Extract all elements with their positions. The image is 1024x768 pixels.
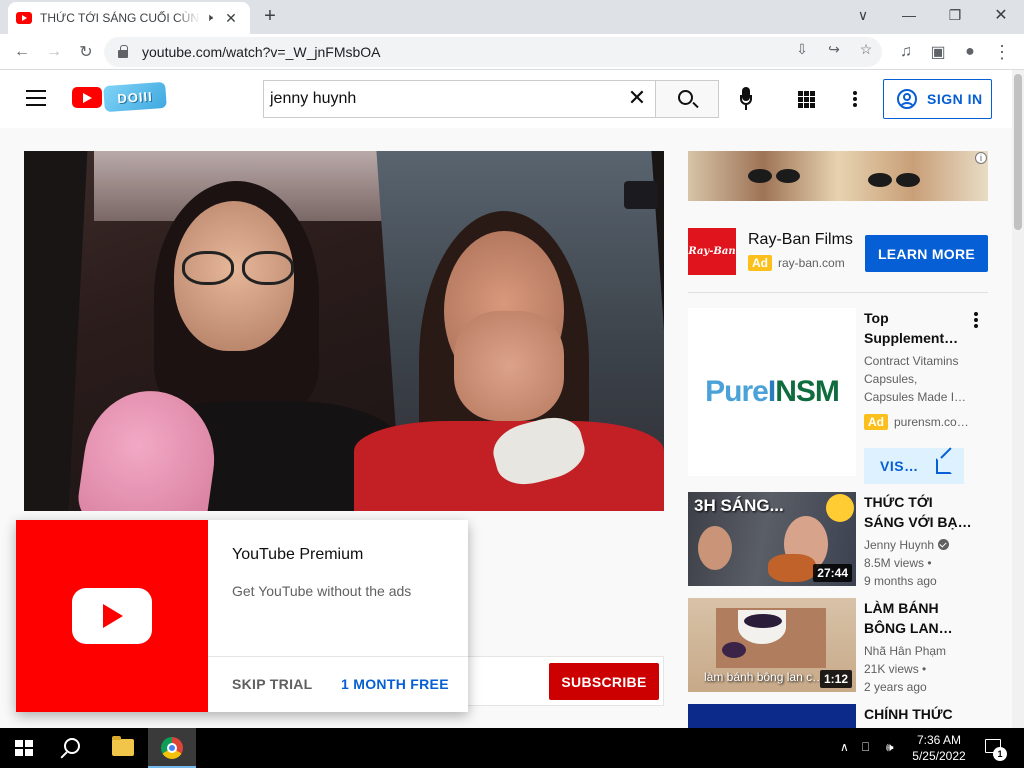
minimize-button[interactable]: — bbox=[886, 0, 932, 30]
clock-date: 5/25/2022 bbox=[912, 749, 966, 763]
related-video-thumbnail[interactable]: 3H SÁNG... 27:44 bbox=[688, 492, 856, 586]
related-video-title[interactable]: THỨC TỚI SÁNG VỚI BẠ… bbox=[864, 492, 974, 532]
speaker-icon[interactable]: 🕨 bbox=[206, 12, 213, 25]
address-bar[interactable]: youtube.com/watch?v=_W_jnFMsbOA bbox=[104, 37, 882, 67]
forward-button[interactable]: → bbox=[40, 38, 68, 66]
reload-button[interactable]: ↻ bbox=[72, 38, 100, 66]
verified-badge-icon bbox=[938, 539, 950, 550]
chevron-up-icon[interactable]: ∧ bbox=[840, 740, 849, 754]
related-video-title[interactable]: LÀM BÁNH BÔNG LAN… bbox=[864, 598, 974, 638]
rayban-ad-title[interactable]: Ray-Ban Films bbox=[748, 231, 853, 249]
profile-icon[interactable]: ● bbox=[956, 38, 984, 66]
ad-badge: Ad bbox=[748, 255, 772, 271]
premium-subtitle: Get YouTube without the ads bbox=[232, 583, 412, 599]
scrollbar-thumb[interactable] bbox=[1014, 74, 1022, 230]
related-video-views: 8.5M views • bbox=[864, 556, 932, 570]
taskbar-search-icon[interactable] bbox=[64, 738, 80, 754]
windows-start-icon[interactable] bbox=[15, 740, 33, 756]
search-input[interactable]: jenny huynh bbox=[263, 80, 656, 118]
close-window-button[interactable]: ✕ bbox=[978, 0, 1024, 30]
skip-trial-button[interactable]: SKIP TRIAL bbox=[232, 676, 313, 692]
related-video-title[interactable]: CHÍNH THỨC bbox=[864, 704, 974, 728]
install-icon[interactable]: ⇩ bbox=[792, 40, 812, 58]
sign-in-label: SIGN IN bbox=[927, 91, 983, 107]
related-video-thumbnail[interactable]: làm bánh bông lan c… 1:12 bbox=[688, 598, 856, 692]
settings-more-icon[interactable] bbox=[853, 91, 857, 107]
file-explorer-icon[interactable] bbox=[112, 736, 134, 756]
learn-more-button[interactable]: LEARN MORE bbox=[865, 235, 988, 272]
url-text: youtube.com/watch?v=_W_jnFMsbOA bbox=[142, 44, 381, 60]
chrome-icon bbox=[161, 737, 183, 759]
share-icon[interactable]: ↪ bbox=[824, 40, 844, 58]
tab-close-icon[interactable]: ✕ bbox=[223, 10, 239, 27]
related-video-thumbnail[interactable] bbox=[688, 704, 856, 728]
page-scrollbar[interactable] bbox=[1012, 70, 1024, 728]
related-video-views: 21K views • bbox=[864, 662, 927, 676]
side-panel-icon[interactable]: ▣ bbox=[924, 38, 952, 66]
purensm-ad-thumbnail[interactable]: Pure I NSM bbox=[688, 308, 856, 476]
sign-in-button[interactable]: SIGN IN bbox=[883, 79, 992, 119]
purensm-ad-description: Contract Vitamins Capsules, Capsules Mad… bbox=[864, 354, 967, 404]
bookmark-star-icon[interactable]: ☆ bbox=[856, 40, 876, 58]
chrome-menu-icon[interactable]: ⋮ bbox=[988, 38, 1016, 66]
youtube-favicon-icon bbox=[16, 12, 32, 24]
video-duration: 1:12 bbox=[819, 670, 852, 688]
youtube-premium-popup: YouTube Premium Get YouTube without the … bbox=[16, 520, 468, 712]
system-clock[interactable]: 7:36 AM 5/25/2022 bbox=[900, 732, 978, 764]
rayban-ad-banner[interactable] bbox=[688, 151, 988, 201]
network-icon[interactable]: ⎕ bbox=[862, 740, 869, 755]
related-video-age: 9 months ago bbox=[864, 574, 937, 588]
ad-info-icon[interactable]: i bbox=[975, 152, 987, 164]
new-tab-button[interactable]: + bbox=[258, 5, 282, 29]
video-player[interactable] bbox=[24, 151, 664, 511]
search-button[interactable] bbox=[655, 80, 719, 118]
shocked-emoji-icon bbox=[826, 494, 854, 522]
windows-taskbar: ∧ ⎕ 🕪 7:36 AM 5/25/2022 1 bbox=[0, 728, 1024, 768]
external-link-icon bbox=[936, 458, 952, 474]
video-duration: 27:44 bbox=[813, 564, 852, 582]
clock-time: 7:36 AM bbox=[916, 733, 962, 747]
apps-grid-icon[interactable] bbox=[798, 91, 815, 108]
youtube-play-icon bbox=[72, 588, 152, 644]
purensm-ad-title[interactable]: Top Supplement… bbox=[864, 308, 974, 348]
related-video-channel[interactable]: Nhã Hân Phạm bbox=[864, 642, 946, 660]
youtube-logo[interactable] bbox=[72, 87, 102, 108]
notification-count: 1 bbox=[993, 747, 1007, 761]
hamburger-menu-icon[interactable] bbox=[26, 90, 46, 106]
microphone-icon[interactable] bbox=[740, 87, 752, 111]
tab-strip: THỨC TỚI SÁNG CUỐI CÙNG 🕨 ✕ + ∨ — ❐ ✕ bbox=[0, 0, 1024, 34]
browser-toolbar: ← → ↻ youtube.com/watch?v=_W_jnFMsbOA ⇩ … bbox=[0, 34, 1024, 70]
subscribe-button[interactable]: SUBSCRIBE bbox=[549, 663, 659, 700]
purensm-ad-domain: Ad purensm.co… bbox=[864, 414, 969, 430]
ad-domain-text: purensm.co… bbox=[894, 415, 969, 429]
related-video-age: 2 years ago bbox=[864, 680, 927, 694]
premium-banner bbox=[16, 520, 208, 712]
youtube-masthead: DOIII jenny huynh ✕ SIGN IN bbox=[0, 70, 1012, 128]
divider bbox=[208, 656, 468, 657]
search-icon bbox=[678, 90, 693, 105]
media-control-icon[interactable]: ♫ bbox=[892, 38, 920, 66]
back-button[interactable]: ← bbox=[8, 38, 36, 66]
more-actions-icon[interactable] bbox=[974, 312, 978, 328]
ad-domain-text: ray-ban.com bbox=[778, 256, 845, 270]
tab-title: THỨC TỚI SÁNG CUỐI CÙNG bbox=[40, 11, 200, 25]
browser-window: THỨC TỚI SÁNG CUỐI CÙNG 🕨 ✕ + ∨ — ❐ ✕ ← … bbox=[0, 0, 1024, 768]
browser-tab[interactable]: THỨC TỚI SÁNG CUỐI CÙNG 🕨 ✕ bbox=[8, 2, 250, 34]
month-free-button[interactable]: 1 MONTH FREE bbox=[341, 676, 449, 692]
volume-icon[interactable]: 🕪 bbox=[886, 740, 894, 755]
rayban-ad-domain: Ad ray-ban.com bbox=[748, 255, 845, 271]
lock-icon bbox=[118, 45, 128, 58]
premium-title: YouTube Premium bbox=[232, 546, 364, 563]
visit-site-button[interactable]: VIS… bbox=[864, 448, 964, 484]
rayban-logo[interactable]: Ray-Ban bbox=[688, 228, 736, 275]
restore-button[interactable]: ❐ bbox=[932, 0, 978, 30]
youtube-doodle[interactable]: DOIII bbox=[103, 81, 167, 113]
clear-search-icon[interactable]: ✕ bbox=[626, 87, 648, 110]
related-video-channel[interactable]: Jenny Huynh bbox=[864, 536, 950, 554]
tab-search-icon[interactable]: ∨ bbox=[840, 0, 886, 30]
visit-label: VIS… bbox=[880, 458, 919, 474]
ad-badge: Ad bbox=[864, 414, 888, 430]
divider bbox=[688, 292, 988, 293]
account-circle-icon bbox=[897, 89, 917, 109]
